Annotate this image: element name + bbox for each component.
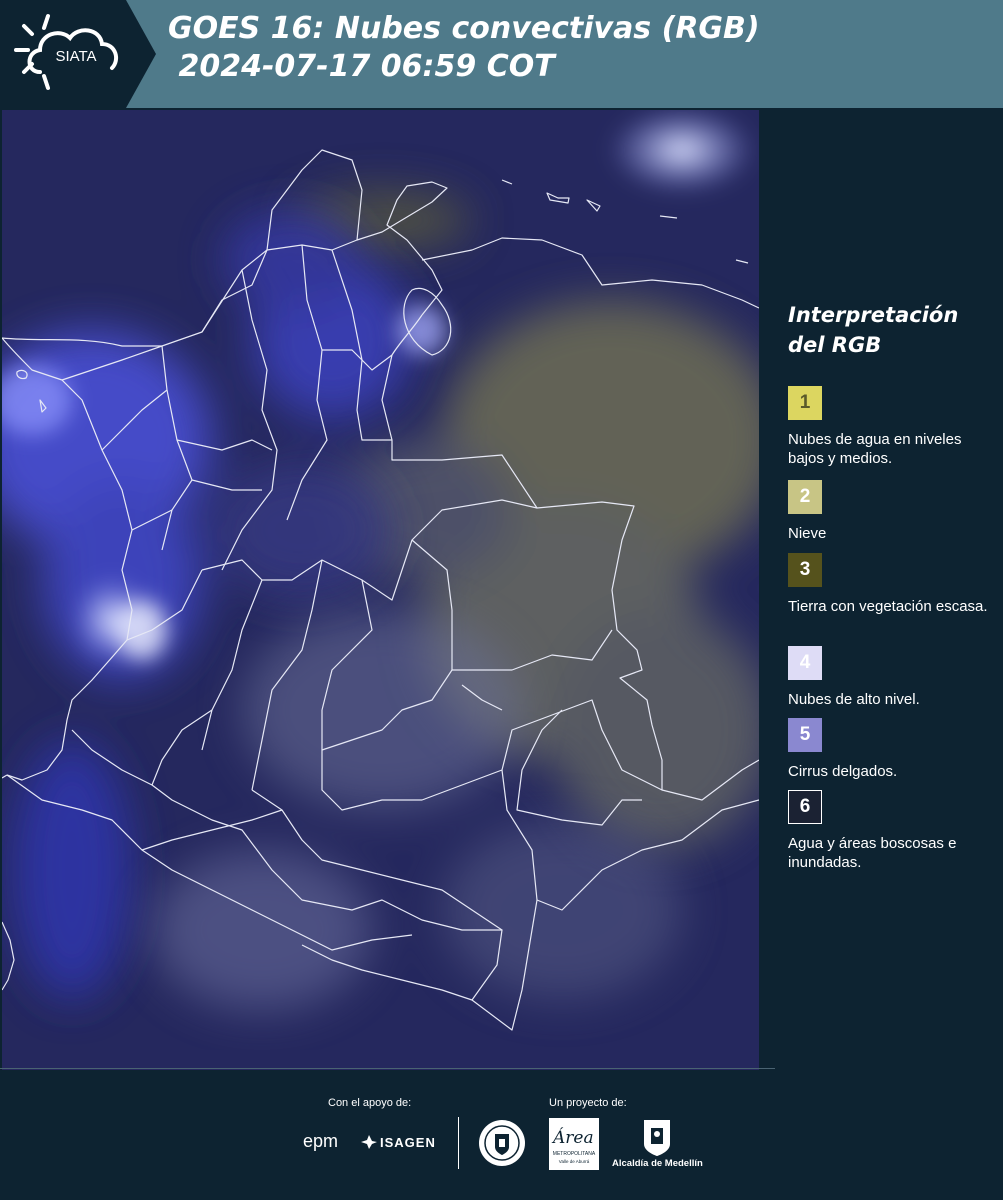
legend-title: Interpretación del RGB [788,300,998,360]
legend-item-2: 2 Nieve [788,480,998,543]
project-label: Un proyecto de: [549,1097,627,1109]
epm-logo: epm [303,1131,339,1151]
legend-number-3: 3 [799,559,811,580]
legend-swatch-2: 2 [788,480,822,514]
legend-number-4: 4 [799,652,811,673]
header-bar: SIATA GOES 16: Nubes convectivas (RGB) 2… [0,0,1003,108]
medellin-seal-icon [478,1117,526,1174]
legend-title-line-2: del RGB [788,333,882,357]
legend-swatch-4: 4 [788,646,822,680]
legend-number-2: 2 [799,486,811,507]
alcaldia-logo-text: Alcaldía de Medellín [612,1158,703,1169]
footer-divider-line [0,1068,775,1069]
legend-title-line-1: Interpretación [788,303,959,327]
legend-item-6: 6 Agua y áreas boscosas e inundadas. [788,790,998,872]
legend-item-4: 4 Nubes de alto nivel. [788,646,998,709]
isagen-logo-icon [360,1134,378,1155]
legend-swatch-3: 3 [788,553,822,587]
legend-description-6: Agua y áreas boscosas e inundadas. [788,835,957,871]
logo-text: SIATA [55,48,96,65]
isagen-logo: ISAGEN [380,1135,436,1150]
legend-swatch-5: 5 [788,718,822,752]
siata-logo: SIATA [0,0,156,108]
title-line-1: GOES 16: Nubes convectivas (RGB) [168,11,760,46]
legend-item-3: 3 Tierra con vegetación escasa. [788,553,998,616]
legend-swatch-1: 1 [788,386,822,420]
area-logo-title: Área [553,1128,594,1148]
title-line-2: 2024-07-17 06:59 COT [168,49,555,84]
area-metropolitana-logo: Área METROPOLITANA Valle de Aburrá [549,1118,599,1170]
page: SIATA GOES 16: Nubes convectivas (RGB) 2… [0,0,1003,1200]
legend-swatch-6: 6 [788,790,822,824]
legend-description-2: Nieve [788,525,827,542]
legend-item-5: 5 Cirrus delgados. [788,718,998,781]
legend-description-4: Nubes de alto nivel. [788,691,920,708]
rgb-legend: Interpretación del RGB 1 Nubes de agua e… [788,300,998,871]
alcaldia-shield-icon [642,1118,672,1163]
area-logo-valley: Valle de Aburrá [558,1159,590,1164]
legend-number-5: 5 [799,724,811,745]
legend-description-3: Tierra con vegetación escasa. [788,598,988,615]
legend-number-6: 6 [799,796,811,817]
satellite-map [2,110,759,1070]
legend-description-1: Nubes de agua en niveles bajos y medios. [788,431,962,467]
footer-vertical-divider [458,1117,459,1169]
page-title: GOES 16: Nubes convectivas (RGB) 2024-07… [168,10,760,86]
legend-description-5: Cirrus delgados. [788,763,898,780]
legend-number-1: 1 [799,392,811,413]
legend-item-1: 1 Nubes de agua en niveles bajos y medio… [788,386,998,468]
support-label: Con el apoyo de: [328,1097,412,1109]
area-logo-subtitle: METROPOLITANA [552,1151,596,1157]
